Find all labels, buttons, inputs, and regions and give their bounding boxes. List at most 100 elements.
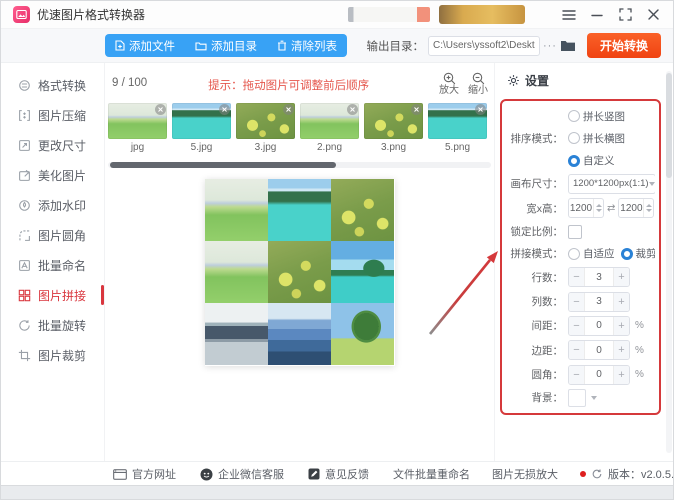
add-file-icon bbox=[115, 40, 125, 51]
sidebar-item-compress[interactable]: 图片压缩 bbox=[1, 100, 104, 130]
remove-thumbnail-icon[interactable] bbox=[219, 103, 230, 115]
image-counter: 9 / 100 bbox=[112, 77, 148, 89]
rotate-icon bbox=[19, 319, 30, 331]
radius-stepper: − 0 + bbox=[568, 364, 630, 385]
canvas-size-select[interactable]: 1200*1200px(1:1) bbox=[568, 173, 655, 194]
sidebar-item-label: 更改尺寸 bbox=[38, 138, 87, 153]
vertical-scrollbar-thumb[interactable] bbox=[666, 73, 672, 178]
sidebar-item-label: 图片压缩 bbox=[38, 108, 87, 123]
remove-thumbnail-icon[interactable] bbox=[475, 103, 486, 115]
menu-icon[interactable] bbox=[561, 7, 577, 23]
radius-label: 圆角： bbox=[531, 369, 564, 382]
thumbnail-item[interactable]: 5.png bbox=[428, 102, 487, 153]
width-spinner[interactable]: 1200 bbox=[568, 198, 604, 219]
stitch-option-crop[interactable]: 裁剪 bbox=[620, 246, 655, 261]
sidebar-item-label: 格式转换 bbox=[38, 78, 87, 93]
vertical-scrollbar[interactable] bbox=[666, 71, 672, 453]
preview-cell bbox=[267, 178, 332, 241]
decrement-button[interactable]: − bbox=[569, 341, 584, 360]
add-files-label: 添加文件 bbox=[129, 40, 175, 53]
thumbnail-image bbox=[364, 102, 423, 139]
sort-option-custom[interactable]: 自定义 bbox=[568, 153, 615, 168]
refresh-icon[interactable] bbox=[591, 468, 603, 480]
zoom-out-button[interactable]: 缩小 bbox=[468, 72, 488, 98]
thumbnail-item[interactable]: 2.png bbox=[300, 102, 359, 153]
remove-thumbnail-icon[interactable] bbox=[347, 103, 358, 115]
remove-thumbnail-icon[interactable] bbox=[155, 103, 166, 115]
sidebar-item-label: 图片裁剪 bbox=[38, 348, 87, 363]
sidebar-item-label: 添加水印 bbox=[38, 198, 87, 213]
app-title: 优速图片格式转换器 bbox=[37, 8, 146, 22]
sidebar-item-beautify[interactable]: 美化图片 bbox=[1, 160, 104, 190]
sort-option-vertical[interactable]: 拼长竖图 bbox=[568, 109, 625, 124]
settings-header: 设置 bbox=[495, 63, 673, 89]
browse-more-button[interactable]: ··· bbox=[543, 40, 557, 52]
spinner-arrows-icon[interactable] bbox=[593, 199, 603, 218]
sidebar: 格式转换 图片压缩 更改尺寸 美化图片 添加水印 图片圆角 批量命名 图片拼接 bbox=[1, 63, 105, 461]
stitch-icon bbox=[18, 289, 31, 301]
sidebar-item-format-convert[interactable]: 格式转换 bbox=[1, 70, 104, 100]
background-color-swatch[interactable] bbox=[568, 388, 586, 407]
sidebar-item-label: 批量命名 bbox=[38, 258, 87, 273]
stitch-preview-grid bbox=[204, 178, 395, 366]
decrement-button[interactable]: − bbox=[569, 316, 584, 335]
add-folder-icon bbox=[195, 41, 207, 50]
lock-ratio-checkbox[interactable] bbox=[568, 224, 582, 239]
chevron-down-icon[interactable] bbox=[591, 395, 597, 400]
sidebar-item-batch-rotate[interactable]: 批量旋转 bbox=[1, 310, 104, 340]
zoom-in-button[interactable]: 放大 bbox=[439, 72, 459, 98]
sidebar-item-resize[interactable]: 更改尺寸 bbox=[1, 130, 104, 160]
maximize-icon[interactable] bbox=[617, 7, 633, 23]
sidebar-item-watermark[interactable]: 添加水印 bbox=[1, 190, 104, 220]
increment-button[interactable]: + bbox=[614, 365, 629, 384]
sidebar-item-round-corner[interactable]: 图片圆角 bbox=[1, 220, 104, 250]
thumbnail-item[interactable]: 3.jpg bbox=[236, 102, 295, 153]
feedback-link[interactable]: 意见反馈 bbox=[308, 466, 369, 482]
stitch-option-adaptive[interactable]: 自适应 bbox=[568, 246, 615, 261]
decrement-button[interactable]: − bbox=[569, 268, 584, 287]
remove-thumbnail-icon[interactable] bbox=[411, 103, 422, 115]
clear-list-button[interactable]: 清除列表 bbox=[267, 34, 347, 57]
horizontal-scrollbar-thumb[interactable] bbox=[110, 161, 336, 168]
promo-banner-small[interactable] bbox=[348, 7, 430, 22]
output-dir-input[interactable] bbox=[427, 35, 540, 56]
radio-checked-icon bbox=[568, 154, 580, 167]
feedback-icon bbox=[308, 468, 320, 480]
lossless-upscale-link[interactable]: 图片无损放大 bbox=[492, 466, 558, 482]
horizontal-scrollbar[interactable] bbox=[108, 161, 491, 168]
decrement-button[interactable]: − bbox=[569, 292, 584, 311]
sidebar-item-stitch[interactable]: 图片拼接 bbox=[1, 280, 104, 310]
thumbnail-item[interactable]: 5.jpg bbox=[172, 102, 231, 153]
start-convert-button[interactable]: 开始转换 bbox=[586, 33, 661, 58]
thumbnail-filename: 2.png bbox=[316, 141, 343, 153]
increment-button[interactable]: + bbox=[614, 268, 629, 287]
thumbnail-item[interactable]: 3.png bbox=[364, 102, 423, 153]
official-site-link[interactable]: 官方网址 bbox=[113, 466, 176, 482]
crop-icon bbox=[18, 349, 31, 361]
increment-button[interactable]: + bbox=[614, 316, 629, 335]
add-files-button[interactable]: 添加文件 bbox=[105, 34, 185, 57]
promo-banner-vip[interactable] bbox=[439, 5, 525, 24]
thumbnail-item[interactable]: jpg bbox=[108, 102, 167, 153]
remove-thumbnail-icon[interactable] bbox=[283, 103, 294, 115]
decrement-button[interactable]: − bbox=[569, 365, 584, 384]
minimize-icon[interactable] bbox=[589, 7, 605, 23]
percent-sign: % bbox=[635, 320, 644, 332]
increment-button[interactable]: + bbox=[614, 292, 629, 311]
background-label: 背景： bbox=[531, 392, 564, 405]
percent-sign: % bbox=[635, 344, 644, 356]
compress-icon bbox=[19, 109, 30, 121]
batch-file-rename-link[interactable]: 文件批量重命名 bbox=[393, 466, 470, 482]
sort-option-horizontal[interactable]: 拼长横图 bbox=[568, 131, 625, 146]
close-icon[interactable] bbox=[645, 7, 661, 23]
open-folder-icon[interactable] bbox=[560, 39, 576, 52]
sidebar-item-crop[interactable]: 图片裁剪 bbox=[1, 340, 104, 370]
wechat-support-link[interactable]: 企业微信客服 bbox=[200, 466, 284, 482]
preview-cell bbox=[204, 303, 268, 366]
height-spinner[interactable]: 1200 bbox=[618, 198, 655, 219]
spinner-arrows-icon[interactable] bbox=[643, 199, 653, 218]
thumbnail-image bbox=[172, 102, 231, 139]
increment-button[interactable]: + bbox=[614, 341, 629, 360]
add-folder-button[interactable]: 添加目录 bbox=[185, 34, 267, 57]
sidebar-item-batch-rename[interactable]: 批量命名 bbox=[1, 250, 104, 280]
